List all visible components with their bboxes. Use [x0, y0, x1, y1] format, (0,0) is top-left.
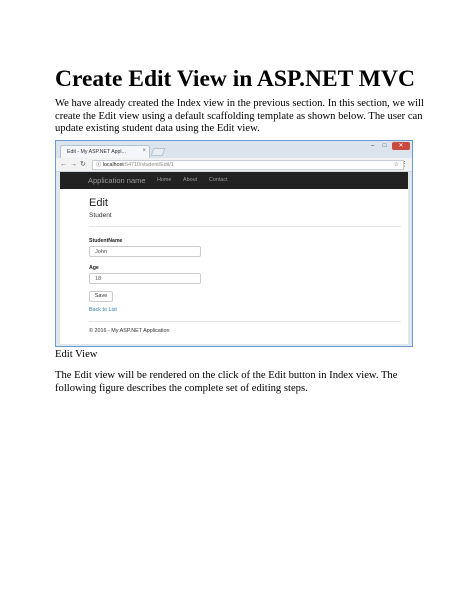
divider [89, 321, 401, 322]
save-button[interactable]: Save [89, 291, 113, 302]
forward-arrow-icon[interactable]: → [70, 160, 77, 169]
close-icon[interactable]: ✕ [392, 142, 410, 150]
body-paragraph: The Edit view will be rendered on the cl… [55, 370, 398, 394]
page-title: Create Edit View in ASP.NET MVC [55, 66, 415, 92]
intro-paragraph: We have already created the Index view i… [55, 98, 424, 135]
browser-screenshot: Edit - My ASP.NET Appl... × – □ ✕ ← → ↻ … [55, 140, 413, 347]
age-input[interactable]: 18 [89, 273, 201, 284]
studentname-input[interactable]: John [89, 246, 201, 257]
app-navbar: Application name Home About Contact [60, 172, 408, 189]
nav-home[interactable]: Home [157, 177, 171, 183]
divider [89, 226, 401, 227]
maximize-icon[interactable]: □ [379, 142, 390, 150]
page-viewport: Application name Home About Contact Edit… [60, 172, 408, 344]
footer-text: © 2016 - My ASP.NET Application [89, 328, 170, 334]
reload-icon[interactable]: ↻ [80, 160, 86, 169]
studentname-label: StudentName [89, 238, 123, 244]
student-subheading: Student [89, 212, 112, 219]
back-to-list-link[interactable]: Back to List [89, 307, 117, 313]
address-bar: ← → ↻ ⓘ localhost:54710/student/Edit/1 ☆… [56, 158, 412, 172]
nav-about[interactable]: About [183, 177, 197, 183]
menu-dots-icon[interactable]: ⋮ [401, 160, 408, 168]
minimize-icon[interactable]: – [367, 142, 378, 150]
url-input[interactable]: ⓘ localhost:54710/student/Edit/1 ☆ [92, 160, 404, 170]
info-icon: ⓘ [96, 162, 103, 168]
tab-close-icon[interactable]: × [142, 148, 146, 154]
age-label: Age [89, 265, 99, 271]
brand-link[interactable]: Application name [88, 176, 146, 185]
browser-tab[interactable]: Edit - My ASP.NET Appl... × [60, 145, 150, 158]
browser-titlebar: Edit - My ASP.NET Appl... × – □ ✕ [56, 141, 412, 158]
star-icon[interactable]: ☆ [394, 161, 399, 169]
url-path: :54710/student/Edit/1 [123, 162, 174, 168]
tab-title: Edit - My ASP.NET Appl... [67, 149, 126, 155]
new-tab-button[interactable] [150, 148, 166, 156]
figure-caption: Edit View [55, 349, 98, 360]
nav-contact[interactable]: Contact [209, 177, 228, 183]
back-arrow-icon[interactable]: ← [60, 160, 67, 169]
edit-heading: Edit [89, 197, 108, 209]
url-host: localhost [102, 162, 124, 168]
